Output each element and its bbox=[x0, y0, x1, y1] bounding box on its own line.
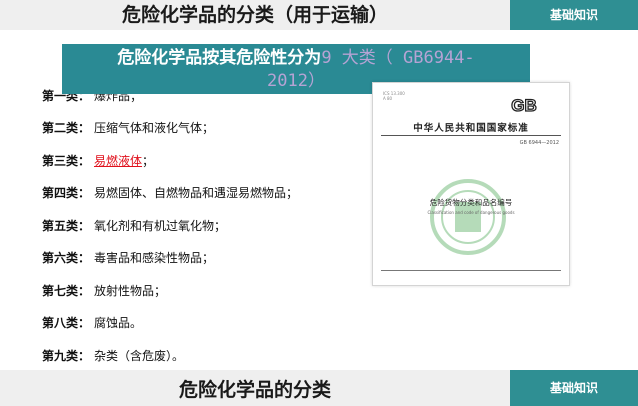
class-text: 易燃固体、自燃物品和遇湿易燃物品； bbox=[94, 186, 299, 201]
class-text-highlighted: 易燃液体 bbox=[94, 153, 143, 168]
list-item: 第六类： 毒害品和感染性物品； bbox=[42, 242, 382, 275]
list-item: 第七类： 放射性物品； bbox=[42, 274, 382, 307]
class-text: 毒害品和感染性物品； bbox=[94, 251, 215, 266]
class-label: 第三类： bbox=[42, 153, 91, 168]
list-item: 第九类： 杂类（含危废）。 bbox=[42, 339, 382, 372]
class-label: 第五类： bbox=[42, 218, 91, 233]
svg-text:GB: GB bbox=[511, 96, 537, 115]
seal-icon bbox=[430, 179, 506, 255]
next-slide-title: 危险化学品的分类 bbox=[178, 379, 331, 401]
doc-title: 中华人民共和国国家标准 bbox=[413, 123, 529, 134]
doc-footer-divider bbox=[381, 270, 561, 271]
class-text: 压缩气体和液化气体； bbox=[94, 121, 215, 136]
class-label: 第九类： bbox=[42, 348, 91, 363]
doc-code: GB 6944—2012 bbox=[519, 140, 559, 146]
standard-document-cover: ICS 13.300 A 80 GB 中华人民共和国国家标准 GB 6944—20… bbox=[372, 82, 570, 286]
doc-name-en: Classification and code of dangerous goo… bbox=[427, 210, 515, 215]
class-text: 氧化剂和有机过氧化物； bbox=[94, 218, 227, 233]
section-badge[interactable]: 基础知识 bbox=[510, 0, 638, 30]
hazard-class-list: 第一类： 爆炸品； 第二类： 压缩气体和液化气体； 第三类： 易燃液体 ； 第四… bbox=[42, 79, 382, 372]
doc-header-meta: ICS 13.300 A 80 bbox=[383, 91, 405, 101]
class-label: 第八类： bbox=[42, 316, 91, 331]
banner-prefix: 危险化学品按其危险性分为 bbox=[117, 48, 322, 68]
header-divider bbox=[0, 30, 638, 32]
class-label: 第二类： bbox=[42, 121, 91, 136]
banner-highlight-2: 2012） bbox=[267, 71, 325, 91]
class-label: 第四类： bbox=[42, 186, 91, 201]
list-item: 第二类： 压缩气体和液化气体； bbox=[42, 112, 382, 145]
list-item: 第三类： 易燃液体 ； bbox=[42, 144, 382, 177]
slide-title: 危险化学品的分类（用于运输） bbox=[121, 4, 388, 26]
list-item: 第八类： 腐蚀品。 bbox=[42, 307, 382, 340]
banner-highlight-1: 9 大类（ GB6944- bbox=[321, 48, 475, 68]
class-text: 杂类（含危废）。 bbox=[94, 348, 185, 363]
doc-divider bbox=[381, 135, 561, 136]
class-suffix: ； bbox=[142, 153, 155, 168]
class-label: 第六类： bbox=[42, 251, 91, 266]
list-item: 第四类： 易燃固体、自燃物品和遇湿易燃物品； bbox=[42, 177, 382, 210]
class-label: 第七类： bbox=[42, 283, 91, 298]
class-text: 放射性物品； bbox=[94, 283, 167, 298]
section-badge-bottom[interactable]: 基础知识 bbox=[510, 370, 638, 406]
gb-logo-icon: GB bbox=[511, 95, 538, 115]
list-item: 第五类： 氧化剂和有机过氧化物； bbox=[42, 209, 382, 242]
doc-name: 危险货物分类和品名编号 bbox=[429, 198, 513, 207]
class-text: 腐蚀品。 bbox=[94, 316, 143, 331]
